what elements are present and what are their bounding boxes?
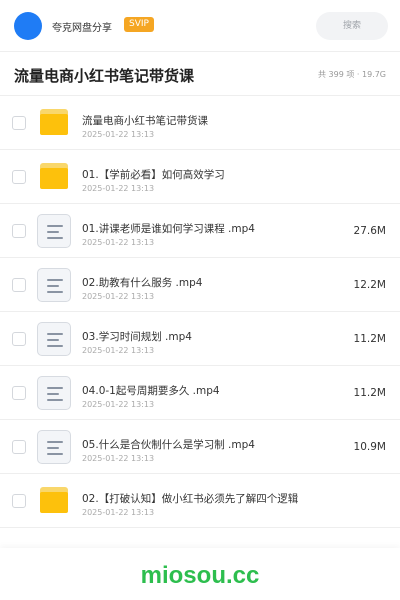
row-checkbox[interactable] [12, 170, 26, 184]
file-row[interactable]: 02.助教有什么服务 .mp4 2025-01-22 13:13 12.2M [0, 258, 400, 312]
folder-header: 流量电商小红书笔记带货课 共 399 项 · 19.7G [0, 52, 400, 96]
item-date: 2025-01-22 13:13 [82, 508, 155, 517]
item-name: 05.什么是合伙制什么是学习制 .mp4 [82, 439, 255, 451]
video-file-icon [37, 214, 71, 248]
video-file-icon [37, 376, 71, 410]
video-file-icon [37, 268, 71, 302]
avatar[interactable] [14, 12, 42, 40]
file-row[interactable]: 05.什么是合伙制什么是学习制 .mp4 2025-01-22 13:13 10.9… [0, 420, 400, 474]
item-name: 04.0-1起号周期要多久 .mp4 [82, 385, 220, 397]
row-checkbox[interactable] [12, 116, 26, 130]
file-row[interactable]: 03.学习时间规划 .mp4 2025-01-22 13:13 11.2M [0, 312, 400, 366]
folder-row[interactable]: 02.【打破认知】做小红书必须先了解四个逻辑 2025-01-22 13:13 [0, 474, 400, 528]
svip-badge: SVIP [124, 17, 154, 32]
item-size: 10.9M [353, 441, 386, 453]
item-date: 2025-01-22 13:13 [82, 184, 155, 193]
row-checkbox[interactable] [12, 494, 26, 508]
row-checkbox[interactable] [12, 224, 26, 238]
item-date: 2025-01-22 13:13 [82, 238, 155, 247]
item-name: 01.讲课老师是谁如何学习课程 .mp4 [82, 223, 255, 235]
file-row[interactable]: 04.0-1起号周期要多久 .mp4 2025-01-22 13:13 11.2M [0, 366, 400, 420]
folder-row[interactable]: 流量电商小红书笔记带货课 2025-01-22 13:13 [0, 96, 400, 150]
file-list: 流量电商小红书笔记带货课 2025-01-22 13:13 01.【学前必看】如何高… [0, 96, 400, 528]
item-date: 2025-01-22 13:13 [82, 130, 155, 139]
watermark: miosou.cc [140, 562, 260, 589]
folder-meta: 共 399 项 · 19.7G [318, 70, 386, 79]
item-name: 02.助教有什么服务 .mp4 [82, 277, 203, 289]
video-file-icon [37, 322, 71, 356]
item-date: 2025-01-22 13:13 [82, 454, 155, 463]
row-checkbox[interactable] [12, 386, 26, 400]
search-input[interactable]: 搜索 [316, 12, 388, 40]
row-checkbox[interactable] [12, 278, 26, 292]
item-date: 2025-01-22 13:13 [82, 400, 155, 409]
folder-row[interactable]: 01.【学前必看】如何高效学习 2025-01-22 13:13 [0, 150, 400, 204]
folder-icon [40, 163, 68, 189]
item-size: 11.2M [353, 387, 386, 399]
video-file-icon [37, 430, 71, 464]
item-date: 2025-01-22 13:13 [82, 292, 155, 301]
folder-icon [40, 487, 68, 513]
item-size: 12.2M [353, 279, 386, 291]
item-date: 2025-01-22 13:13 [82, 346, 155, 355]
item-size: 11.2M [353, 333, 386, 345]
top-bar: 夸克网盘分享 SVIP 搜索 [0, 0, 400, 52]
item-size: 27.6M [353, 225, 386, 237]
folder-icon [40, 109, 68, 135]
file-row[interactable]: 01.讲课老师是谁如何学习课程 .mp4 2025-01-22 13:13 27.6… [0, 204, 400, 258]
item-name: 01.【学前必看】如何高效学习 [82, 169, 225, 181]
page-title: 流量电商小红书笔记带货课 [14, 67, 195, 85]
item-name: 流量电商小红书笔记带货课 [82, 115, 208, 127]
username: 夸克网盘分享 [52, 23, 112, 34]
row-checkbox[interactable] [12, 440, 26, 454]
item-name: 02.【打破认知】做小红书必须先了解四个逻辑 [82, 493, 299, 505]
row-checkbox[interactable] [12, 332, 26, 346]
item-name: 03.学习时间规划 .mp4 [82, 331, 192, 343]
